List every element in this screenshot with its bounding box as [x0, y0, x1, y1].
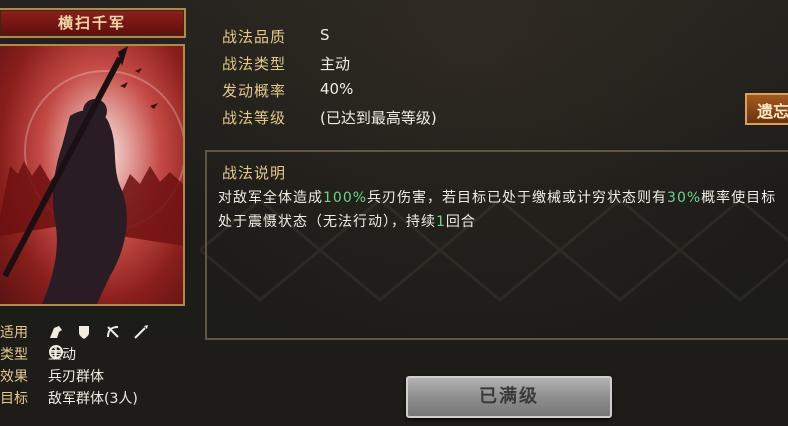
category-value: 主动 — [320, 55, 351, 73]
type-value: 主动 — [48, 347, 76, 363]
shield-icon — [76, 324, 92, 340]
description-part2: 兵刃伤害，若目标已处于缴械或计穷状态则有 — [367, 190, 668, 206]
description-divider-bottom — [205, 338, 788, 340]
rate-value: 40% — [320, 80, 354, 98]
rate-label: 发动概率 — [222, 82, 287, 100]
forget-button-label: 遗忘 — [757, 102, 788, 121]
description-divider-top — [205, 150, 788, 152]
bow-icon — [105, 324, 121, 340]
quality-label: 战法品质 — [222, 28, 287, 46]
skill-illustration — [0, 46, 183, 304]
description-text: 对敌军全体造成100%兵刃伤害，若目标已处于缴械或计穷状态则有30%概率使目标处… — [218, 186, 788, 236]
troops-label: 适用 — [0, 325, 28, 341]
level-value: (已达到最高等级) — [320, 109, 437, 127]
max-level-button[interactable]: 已满级 — [406, 376, 612, 418]
effect-value: 兵刃群体 — [48, 369, 104, 385]
type-label: 类型 — [0, 347, 28, 363]
damage-value: 100% — [323, 190, 368, 206]
cavalry-icon — [48, 324, 64, 340]
category-label: 战法类型 — [222, 55, 287, 73]
description-divider-left — [205, 150, 207, 340]
turns-value: 1 — [436, 214, 446, 230]
skill-card-art — [0, 44, 185, 306]
quality-value: S — [320, 26, 330, 44]
level-label: 战法等级 — [222, 109, 287, 127]
chance-value: 30% — [667, 190, 702, 206]
description-part4: 回合 — [445, 214, 476, 230]
effect-label: 效果 — [0, 369, 28, 385]
spear-icon — [133, 324, 149, 340]
description-part1: 对敌军全体造成 — [218, 190, 323, 206]
max-level-label: 已满级 — [479, 386, 539, 407]
description-title: 战法说明 — [222, 164, 287, 182]
skill-name: 横扫千军 — [57, 14, 126, 32]
target-value: 敌军群体(3人) — [48, 391, 138, 407]
target-label: 目标 — [0, 391, 28, 407]
troop-icons — [48, 324, 158, 359]
forget-button[interactable]: 遗忘 — [745, 93, 788, 125]
skill-title-plate: 横扫千军 — [0, 8, 186, 38]
